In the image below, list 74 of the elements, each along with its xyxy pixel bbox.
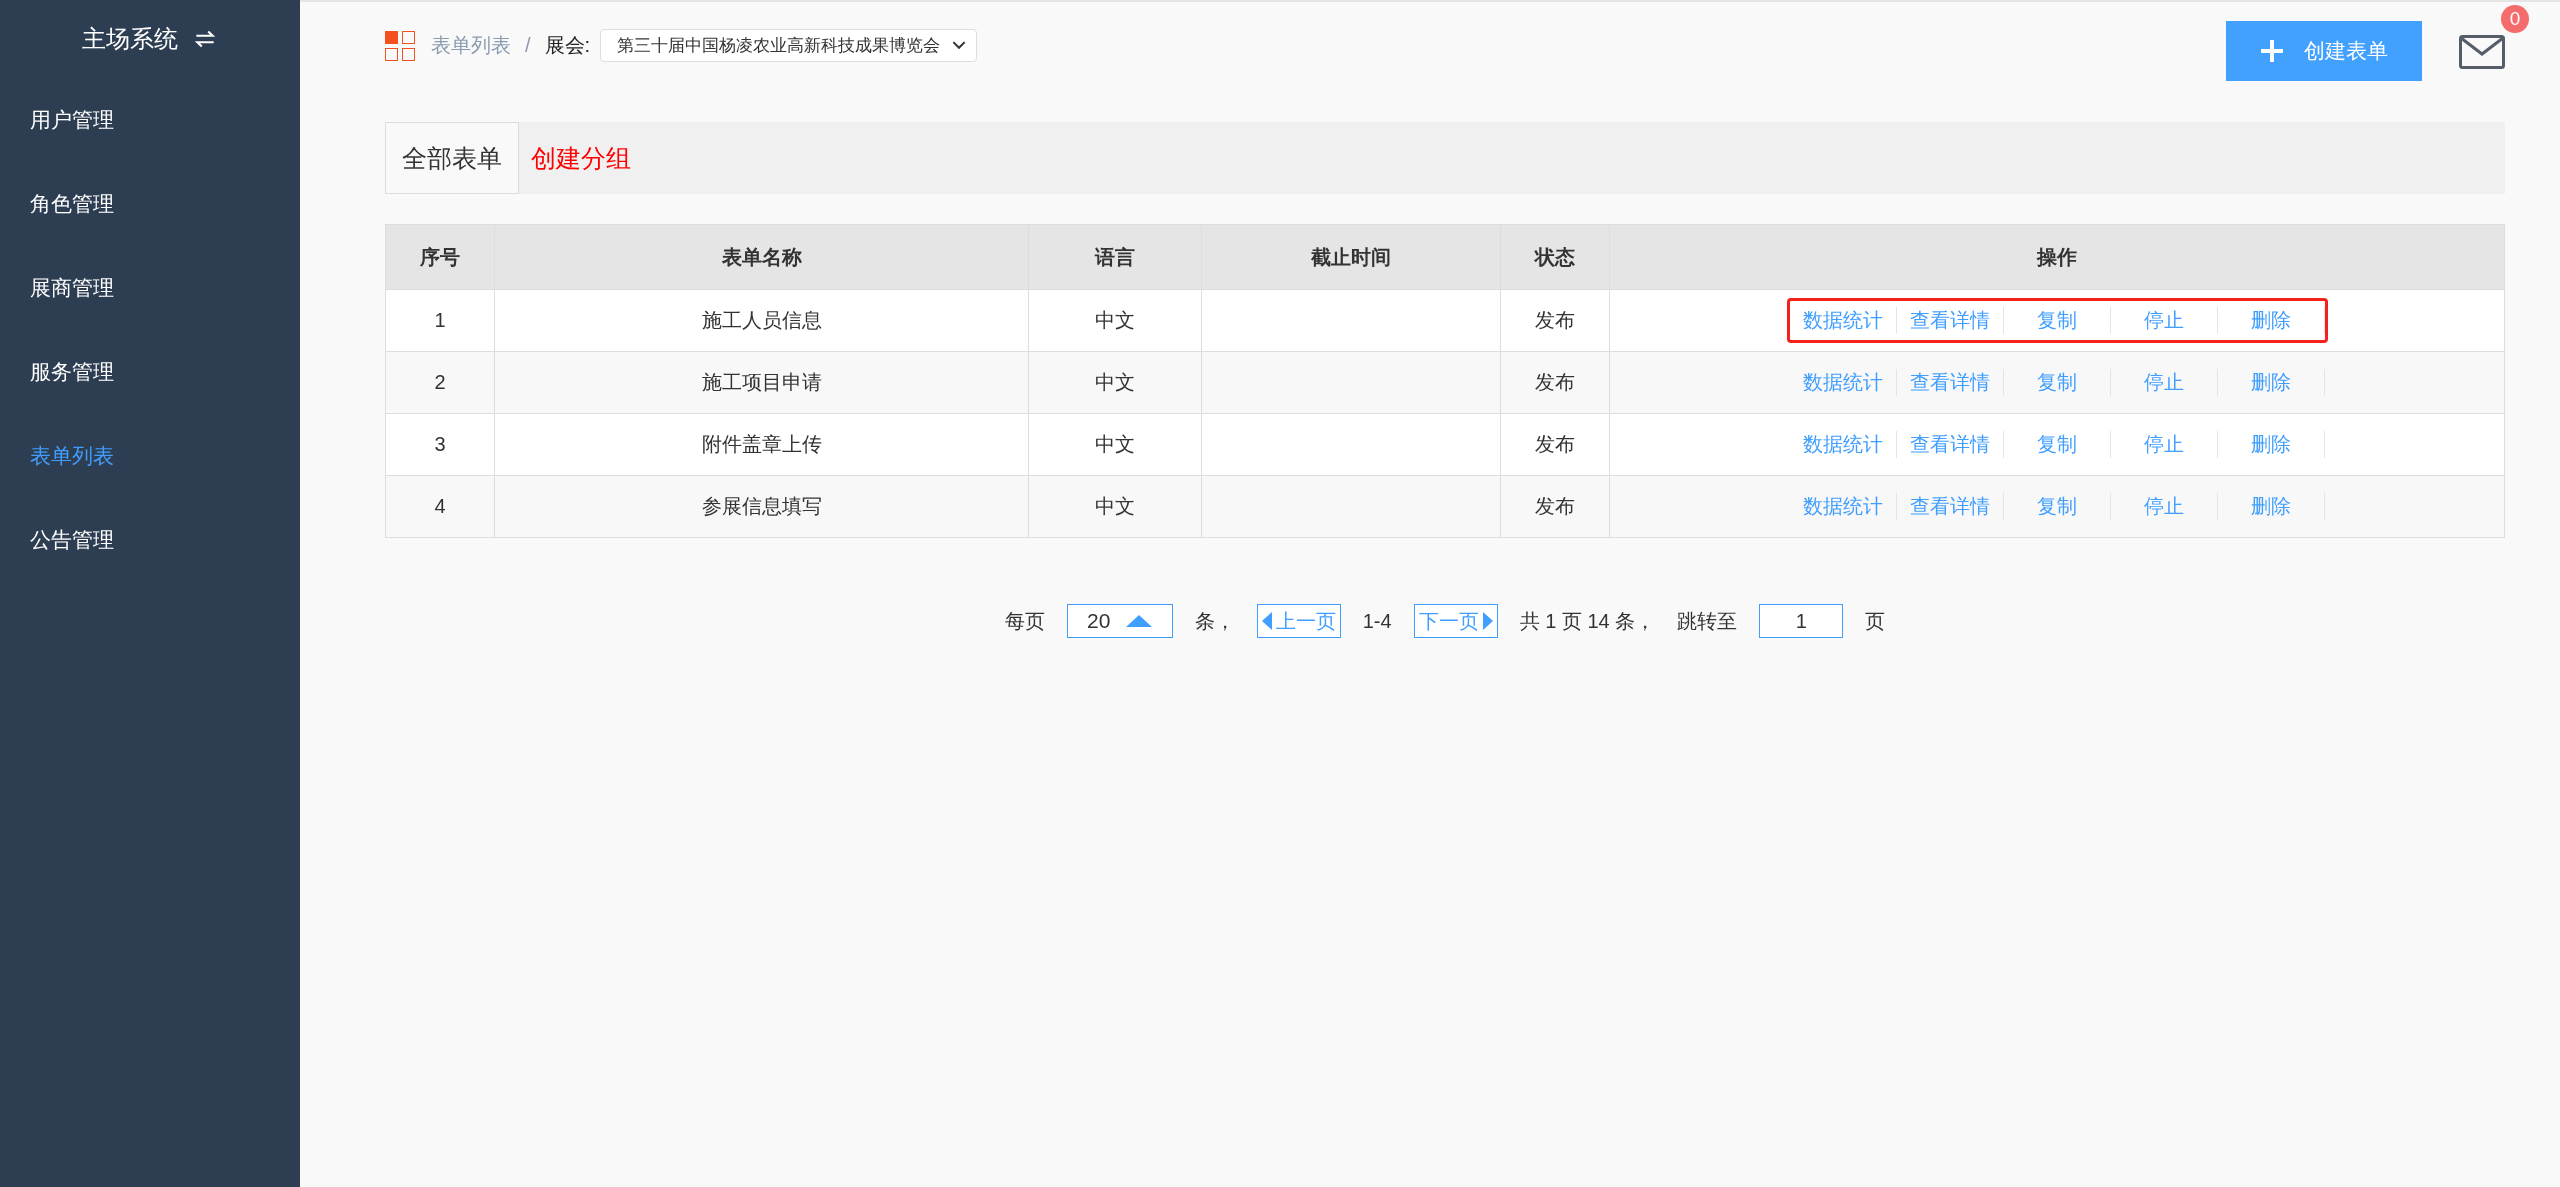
action-link[interactable]: 查看详情 [1896, 431, 2004, 458]
action-link[interactable]: 停止 [2110, 493, 2218, 520]
index-cell: 1 [385, 289, 495, 352]
action-link[interactable]: 删除 [2217, 493, 2325, 520]
action-link[interactable]: 数据统计 [1789, 493, 1897, 520]
action-link[interactable]: 复制 [2003, 369, 2111, 396]
breadcrumb-separator: / [525, 34, 531, 57]
next-page-button[interactable]: 下一页 [1413, 604, 1498, 638]
column-header: 状态 [1500, 224, 1610, 290]
action-link[interactable]: 查看详情 [1896, 307, 2004, 334]
action-link[interactable]: 删除 [2217, 431, 2325, 458]
status-cell: 发布 [1500, 289, 1610, 352]
page-input[interactable]: 1 [1759, 604, 1844, 638]
language-cell: 中文 [1028, 413, 1202, 476]
grid-icon [385, 30, 415, 61]
per-page-label: 每页 [1004, 608, 1045, 634]
action-link[interactable]: 停止 [2110, 431, 2218, 458]
language-cell: 中文 [1028, 475, 1202, 538]
action-link[interactable]: 复制 [2003, 431, 2111, 458]
action-link[interactable]: 复制 [2003, 493, 2111, 520]
action-link[interactable]: 停止 [2110, 369, 2218, 396]
page-summary: 共 1 页 14 条， [1519, 608, 1656, 634]
triangle-up-icon [1126, 615, 1153, 627]
sidebar-item[interactable]: 表单列表 [0, 414, 300, 498]
action-link[interactable]: 删除 [2217, 307, 2325, 334]
triangle-right-icon [1482, 612, 1493, 630]
sidebar-item[interactable]: 角色管理 [0, 162, 300, 246]
sidebar-item[interactable]: 公告管理 [0, 498, 300, 582]
column-header: 语言 [1028, 224, 1202, 290]
expo-label: 展会: [544, 33, 591, 58]
name-cell: 附件盖章上传 [494, 413, 1029, 476]
page-unit: 页 [1865, 608, 1886, 634]
action-link[interactable]: 数据统计 [1789, 431, 1897, 458]
sidebar-item[interactable]: 展商管理 [0, 246, 300, 330]
action-link[interactable]: 停止 [2110, 307, 2218, 334]
create-form-button[interactable]: 创建表单 [2226, 21, 2422, 81]
per-page-unit: 条， [1194, 608, 1235, 634]
name-cell: 施工项目申请 [494, 351, 1029, 414]
action-link[interactable]: 数据统计 [1789, 307, 1897, 334]
column-header: 截止时间 [1201, 224, 1501, 290]
plus-icon [2260, 39, 2284, 63]
action-link[interactable]: 查看详情 [1896, 493, 2004, 520]
language-cell: 中文 [1028, 351, 1202, 414]
mail-icon[interactable] [2459, 35, 2505, 69]
column-header: 序号 [385, 224, 495, 290]
index-cell: 4 [385, 475, 495, 538]
notification-badge: 0 [2501, 5, 2529, 33]
name-cell: 施工人员信息 [494, 289, 1029, 352]
system-title: 主场系统 [82, 24, 178, 54]
sidebar-item[interactable]: 用户管理 [0, 78, 300, 162]
action-link[interactable]: 复制 [2003, 307, 2111, 334]
create-group-link[interactable]: 创建分组 [519, 141, 643, 175]
action-link[interactable]: 删除 [2217, 369, 2325, 396]
jump-label: 跳转至 [1677, 608, 1738, 634]
column-header: 表单名称 [494, 224, 1029, 290]
status-cell: 发布 [1500, 351, 1610, 414]
index-cell: 2 [385, 351, 495, 414]
breadcrumb-link[interactable]: 表单列表 [431, 32, 511, 59]
index-cell: 3 [385, 413, 495, 476]
sidebar-item[interactable]: 服务管理 [0, 330, 300, 414]
chevron-down-icon [952, 41, 967, 50]
prev-page-button[interactable]: 上一页 [1256, 604, 1341, 638]
name-cell: 参展信息填写 [494, 475, 1029, 538]
per-page-select[interactable]: 20 [1066, 604, 1173, 638]
status-cell: 发布 [1500, 413, 1610, 476]
group-tab[interactable]: 全部表单 [385, 122, 519, 194]
page-range: 1-4 [1362, 609, 1392, 633]
column-header: 操作 [1609, 224, 2505, 290]
action-link[interactable]: 查看详情 [1896, 369, 2004, 396]
language-cell: 中文 [1028, 289, 1202, 352]
triangle-left-icon [1261, 612, 1272, 630]
status-cell: 发布 [1500, 475, 1610, 538]
action-link[interactable]: 数据统计 [1789, 369, 1897, 396]
expo-select[interactable]: 第三十届中国杨凌农业高新科技成果博览会 [600, 29, 978, 62]
